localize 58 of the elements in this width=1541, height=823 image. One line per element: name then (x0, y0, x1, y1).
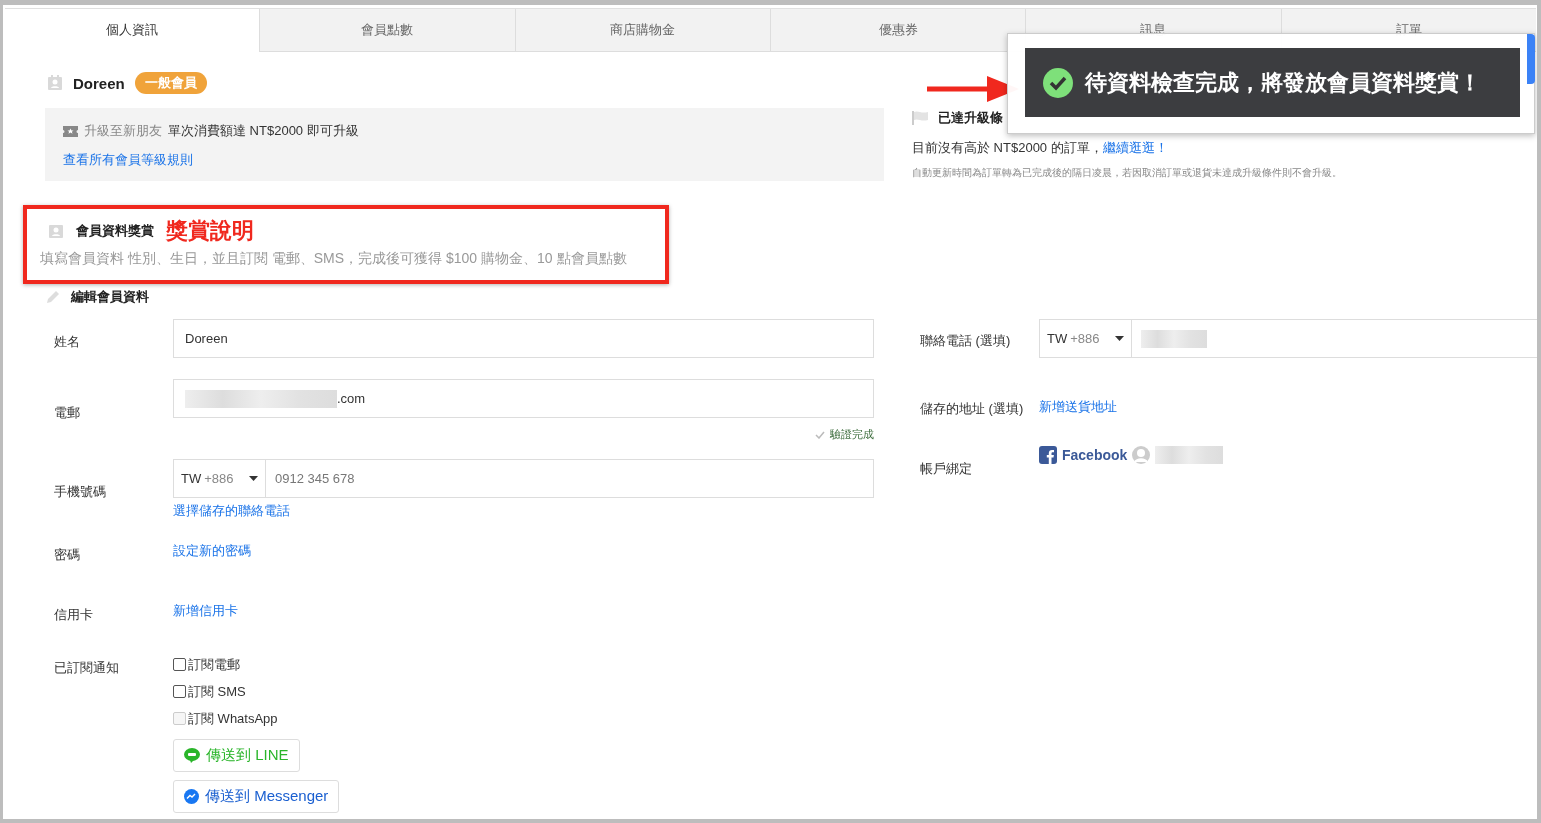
tab[interactable]: 商店購物金 (514, 9, 770, 52)
checkbox-label: 訂閱 WhatsApp (188, 709, 278, 728)
saved-phone-link[interactable]: 選擇儲存的聯絡電話 (173, 502, 874, 520)
checkbox-label: 訂閱電郵 (188, 655, 240, 674)
field-label: 帳戶綁定 (920, 460, 973, 478)
membership-rules-link[interactable]: 查看所有會員等級規則 (63, 151, 866, 169)
facebook-icon (1039, 446, 1057, 464)
upgrade-status-message: 目前沒有高於 NT$2000 的訂單， (912, 140, 1103, 155)
field-label: 信用卡 (54, 606, 94, 624)
field-label: 手機號碼 (54, 483, 107, 501)
redacted-text (1141, 329, 1207, 348)
field-label: 密碼 (54, 546, 81, 564)
field-label: 電郵 (54, 404, 81, 422)
provider-name: Facebook (1062, 447, 1128, 463)
field-label: 儲存的地址 (選填) (920, 400, 1025, 418)
member-name: Doreen (73, 74, 125, 92)
checkbox-label: 訂閱 SMS (188, 682, 246, 701)
name-input[interactable]: Doreen (173, 319, 874, 358)
reward-title: 會員資料獎賞 (76, 222, 154, 240)
field-label: 姓名 (54, 333, 81, 351)
phone-field[interactable]: TW +886 0912 345 678 (173, 459, 874, 498)
checkbox[interactable] (173, 658, 186, 671)
upgrade-status-title: 已達升級條 (938, 109, 1003, 127)
chat-bubble-icon (184, 748, 200, 763)
messenger-button[interactable]: 傳送到 Messenger (173, 780, 340, 813)
phone-field[interactable]: TW +886 (1039, 319, 1537, 358)
field-link[interactable]: 新增送貨地址 (1039, 398, 1537, 416)
profile-card-icon (47, 75, 63, 91)
upgrade-condition: 單次消費額達 NT$2000 即可升級 (168, 122, 359, 140)
profile-card-icon (48, 223, 64, 239)
field-label: 聯絡電話 (選填) (920, 332, 1012, 350)
flag-icon (912, 111, 930, 125)
member-tier-badge: 一般會員 (134, 72, 207, 94)
avatar-icon (1132, 446, 1151, 464)
verified-status: 驗證完成 (830, 427, 874, 442)
checkmark-icon (815, 430, 825, 439)
ticket-icon (63, 125, 78, 137)
messenger-icon (184, 789, 199, 804)
field-label: 已訂閱通知 (54, 659, 120, 677)
field-link[interactable]: 新增信用卡 (173, 602, 874, 620)
check-circle-icon (1043, 67, 1073, 98)
reward-description: 填寫會員資料 性別、生日，並且訂閱 電郵、SMS，完成後可獲得 $100 購物金、10 點會員點數 (40, 250, 628, 268)
pencil-icon (45, 289, 61, 305)
email-input[interactable]: .com (173, 379, 874, 418)
redacted-text (1155, 446, 1224, 464)
upgrade-label: 升級至新朋友 (84, 122, 162, 140)
caret-icon (1114, 336, 1124, 341)
caret-icon (248, 476, 258, 481)
toast-message: 待資料檢查完成，將發放會員資料獎賞！ (1085, 68, 1481, 97)
field-link[interactable]: 設定新的密碼 (173, 542, 874, 560)
upgrade-note: 自動更新時間為訂單轉為已完成後的隔日凌晨，若因取消訂單或退貨未達成升級條件則不會升級。 (912, 166, 1342, 180)
tab[interactable]: 會員點數 (259, 9, 515, 52)
annotation-text: 獎賞說明 (166, 217, 254, 245)
section-title: 編輯會員資料 (71, 288, 149, 306)
continue-shopping-link[interactable]: 繼續逛逛！ (1102, 140, 1168, 155)
country-code-dropdown[interactable]: TW +886 (1040, 320, 1132, 357)
tab[interactable]: 優惠券 (770, 9, 1026, 52)
checkbox[interactable] (173, 685, 186, 698)
